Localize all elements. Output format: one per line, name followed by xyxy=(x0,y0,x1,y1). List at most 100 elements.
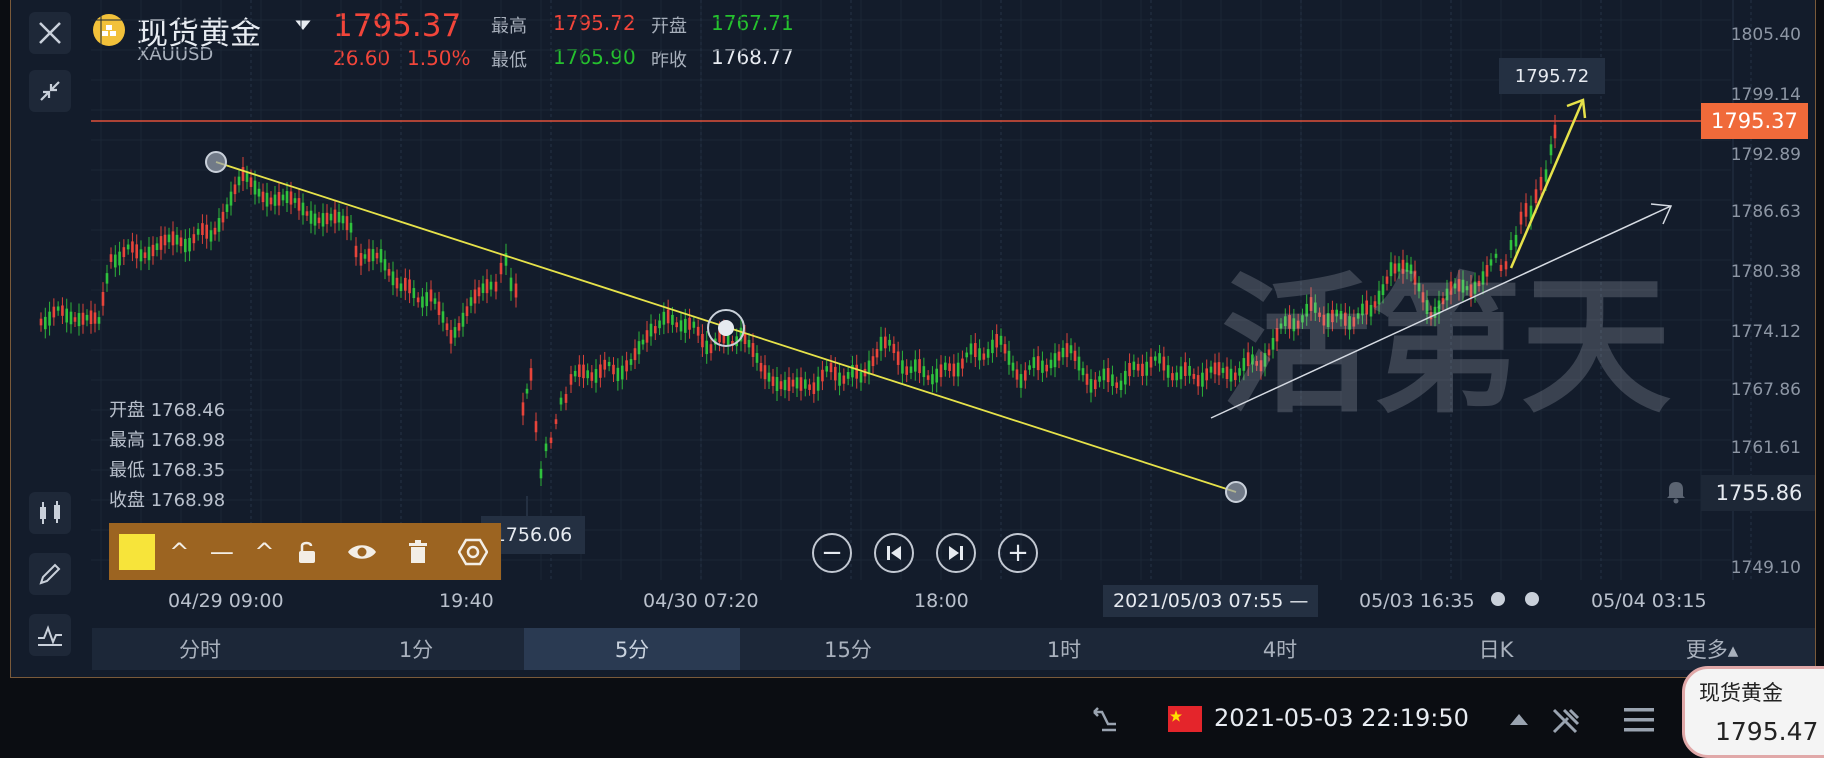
candle-body xyxy=(109,254,113,262)
candle-body xyxy=(126,244,130,250)
zoom-in-button[interactable]: + xyxy=(998,533,1038,573)
candle-body xyxy=(525,388,529,394)
menu-icon[interactable] xyxy=(1622,704,1656,740)
color-dropdown-icon[interactable]: ^ xyxy=(164,538,194,566)
zoom-out-button[interactable]: − xyxy=(812,533,852,573)
candle-body xyxy=(641,339,645,345)
candle-body xyxy=(341,215,345,224)
candle-body xyxy=(1011,362,1015,371)
timeframe-tab[interactable]: 更多▴ xyxy=(1604,628,1815,670)
candle-body xyxy=(578,364,581,377)
candle-body xyxy=(943,362,947,370)
candle-body xyxy=(1217,362,1221,376)
candle-body xyxy=(1192,373,1196,379)
timeframe-tab[interactable]: 日K xyxy=(1388,628,1604,670)
candle-body xyxy=(113,254,117,268)
candle-body xyxy=(751,343,755,357)
candle-body xyxy=(101,292,105,306)
candle-body xyxy=(337,211,341,223)
candle-body xyxy=(922,366,926,378)
timeframe-tab[interactable]: 4时 xyxy=(1172,628,1388,670)
settings-icon[interactable] xyxy=(446,538,501,566)
trendline-anchor xyxy=(205,151,227,173)
candle-body xyxy=(649,323,653,337)
candle-body xyxy=(171,231,175,246)
candle-body xyxy=(1111,374,1114,387)
line-style-dropdown-icon[interactable]: ^ xyxy=(250,538,280,566)
eye-icon[interactable] xyxy=(335,541,390,563)
candle-body xyxy=(56,306,60,311)
candle-body xyxy=(65,308,69,323)
candle-body xyxy=(620,365,624,380)
candle-body xyxy=(383,259,387,271)
candle-body xyxy=(261,191,265,203)
candle-body xyxy=(726,334,730,347)
y-tick-label: 1786.63 xyxy=(1730,202,1801,222)
candle-body xyxy=(1145,361,1149,376)
jump-end-button[interactable] xyxy=(936,533,976,573)
candle-body xyxy=(1023,370,1027,381)
trendline-anchor xyxy=(718,320,734,336)
candle-body xyxy=(391,271,395,286)
bell-icon[interactable] xyxy=(1661,476,1691,506)
candle-body xyxy=(633,348,637,361)
color-picker[interactable] xyxy=(109,533,164,570)
candle-body xyxy=(582,364,585,379)
candle-body xyxy=(1102,368,1106,381)
candle-body xyxy=(783,379,787,391)
indicator-button[interactable] xyxy=(29,614,71,656)
timeframe-tab[interactable]: 1时 xyxy=(956,628,1172,670)
tools-icon[interactable] xyxy=(1548,704,1584,742)
candle-body xyxy=(481,283,485,293)
candle-body xyxy=(859,371,863,383)
candle-body xyxy=(403,277,407,291)
scroll-dot-1[interactable] xyxy=(1491,592,1505,606)
x-label-4: 05/03 16:35 xyxy=(1359,590,1475,612)
timeframe-tab[interactable]: 15分 xyxy=(740,628,956,670)
timeframe-tab[interactable]: 分时 xyxy=(92,628,308,670)
alert-price-box[interactable]: 1755.86 xyxy=(1701,475,1815,511)
timeframe-tab[interactable]: 5分 xyxy=(524,628,740,670)
candle-body xyxy=(1077,356,1081,371)
sync-icon[interactable] xyxy=(1088,704,1122,742)
candle-body xyxy=(1162,356,1166,371)
up-arrow-icon[interactable] xyxy=(1510,714,1528,725)
candle-body xyxy=(1153,356,1157,361)
candle-body xyxy=(812,382,816,395)
candle-body xyxy=(395,277,399,289)
candle-body xyxy=(89,310,93,324)
candle-body xyxy=(317,217,321,224)
candle-body xyxy=(653,326,657,334)
unlock-icon[interactable] xyxy=(279,539,334,565)
candle-body xyxy=(93,312,97,324)
candle-body xyxy=(683,318,687,333)
timeframe-tab[interactable]: 1分 xyxy=(308,628,524,670)
line-style-picker[interactable]: — xyxy=(194,538,249,566)
jump-start-button[interactable] xyxy=(874,533,914,573)
floating-quote-widget[interactable]: 现货黄金 1795.47 xyxy=(1682,666,1824,758)
candle-body xyxy=(952,363,956,377)
candle-body xyxy=(1539,176,1543,191)
candle-body xyxy=(755,353,759,363)
candle-body xyxy=(529,368,533,381)
candle-body xyxy=(978,348,981,361)
candle-body xyxy=(257,188,261,197)
candle-body xyxy=(163,234,167,246)
candle-body xyxy=(521,402,525,416)
trash-icon[interactable] xyxy=(390,539,445,565)
candle-body xyxy=(237,176,241,186)
y-tick-label: 1761.61 xyxy=(1730,438,1801,458)
candle-body xyxy=(888,339,891,346)
candle-body xyxy=(1045,364,1049,372)
candle-body xyxy=(118,251,121,266)
candle-body xyxy=(122,247,126,258)
candle-body xyxy=(494,281,498,292)
candle-body xyxy=(325,212,329,225)
candle-body xyxy=(245,173,249,182)
candle-body xyxy=(209,230,213,242)
candle-body xyxy=(135,244,139,259)
candle-body xyxy=(441,311,445,323)
candle-body xyxy=(1041,360,1044,373)
scroll-dot-2[interactable] xyxy=(1525,592,1539,606)
candle-body xyxy=(705,340,709,355)
